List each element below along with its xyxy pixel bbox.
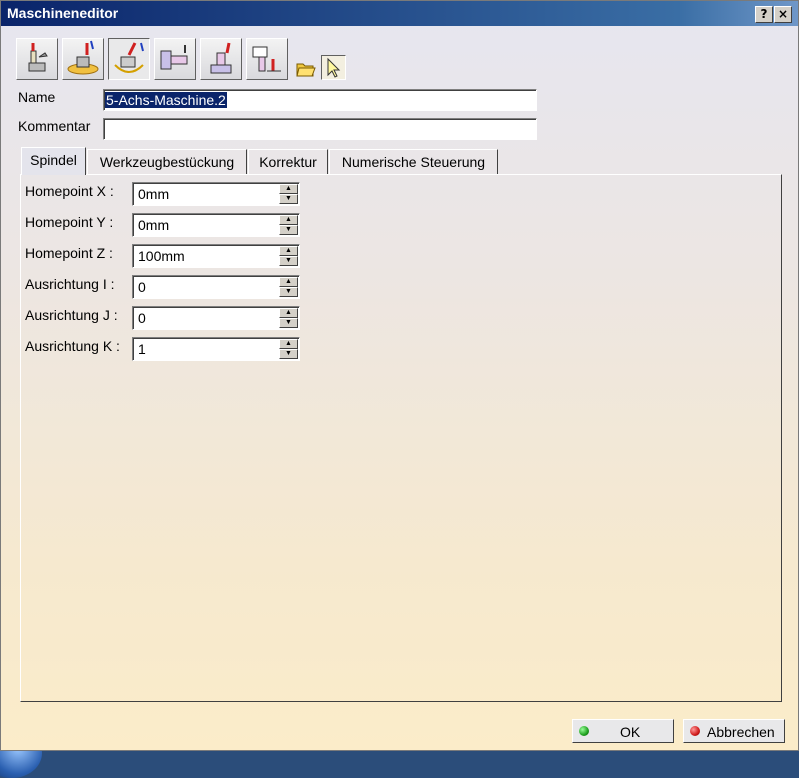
homepoint-z-label: Homepoint Z : bbox=[25, 245, 113, 261]
title-bar[interactable]: Maschineneditor ? × bbox=[1, 1, 798, 26]
tab-numerische-steuerung[interactable]: Numerische Steuerung bbox=[329, 149, 498, 174]
homepoint-y-label: Homepoint Y : bbox=[25, 214, 114, 230]
ausrichtung-j-spinner[interactable]: 0 ▲ ▼ bbox=[132, 306, 300, 330]
3-axis-rotary-table-icon[interactable] bbox=[62, 38, 104, 80]
3-axis-machine-icon[interactable] bbox=[16, 38, 58, 80]
spin-down-icon[interactable]: ▼ bbox=[279, 225, 298, 235]
spin-down-icon[interactable]: ▼ bbox=[279, 256, 298, 266]
spin-down-icon[interactable]: ▼ bbox=[279, 287, 298, 297]
folder-open-icon[interactable] bbox=[293, 55, 318, 80]
green-dot-icon bbox=[579, 726, 589, 736]
spin-up-icon[interactable]: ▲ bbox=[279, 246, 298, 256]
window-title: Maschineneditor bbox=[7, 5, 119, 21]
help-button[interactable]: ? bbox=[755, 6, 773, 23]
ok-button[interactable]: OK bbox=[572, 719, 674, 743]
close-button[interactable]: × bbox=[774, 6, 792, 23]
ausrichtung-k-label: Ausrichtung K : bbox=[25, 338, 120, 354]
tab-spindel[interactable]: Spindel bbox=[21, 147, 86, 175]
homepoint-z-value: 100mm bbox=[138, 248, 185, 264]
ausrichtung-i-value: 0 bbox=[138, 279, 146, 295]
ausrichtung-k-spinner[interactable]: 1 ▲ ▼ bbox=[132, 337, 300, 361]
spindle-panel: Homepoint X : 0mm ▲ ▼ Homepoint Y : 0mm ▲… bbox=[20, 174, 782, 702]
spin-down-icon[interactable]: ▼ bbox=[279, 194, 298, 204]
spin-up-icon[interactable]: ▲ bbox=[279, 308, 298, 318]
cancel-button[interactable]: Abbrechen bbox=[683, 719, 785, 743]
multi-slide-lathe-icon[interactable] bbox=[246, 38, 288, 80]
5-axis-machine-icon[interactable] bbox=[108, 38, 150, 80]
ausrichtung-i-spinner[interactable]: 0 ▲ ▼ bbox=[132, 275, 300, 299]
ausrichtung-j-label: Ausrichtung J : bbox=[25, 307, 118, 323]
spin-up-icon[interactable]: ▲ bbox=[279, 277, 298, 287]
name-label: Name bbox=[18, 89, 56, 105]
homepoint-y-value: 0mm bbox=[138, 217, 170, 233]
homepoint-x-spinner[interactable]: 0mm ▲ ▼ bbox=[132, 182, 300, 206]
homepoint-y-spinner[interactable]: 0mm ▲ ▼ bbox=[132, 213, 300, 237]
spin-up-icon[interactable]: ▲ bbox=[279, 215, 298, 225]
homepoint-z-spinner[interactable]: 100mm ▲ ▼ bbox=[132, 244, 300, 268]
comment-field[interactable] bbox=[103, 118, 537, 140]
vertical-lathe-icon[interactable] bbox=[200, 38, 242, 80]
select-arrow-icon[interactable] bbox=[321, 55, 346, 80]
tab-korrektur[interactable]: Korrektur bbox=[248, 149, 328, 174]
cancel-label: Abbrechen bbox=[707, 724, 775, 740]
name-value: 5-Achs-Maschine.2 bbox=[105, 92, 227, 108]
spin-down-icon[interactable]: ▼ bbox=[279, 318, 298, 328]
spin-down-icon[interactable]: ▼ bbox=[279, 349, 298, 359]
comment-label: Kommentar bbox=[18, 118, 91, 134]
horizontal-lathe-icon[interactable] bbox=[154, 38, 196, 80]
ausrichtung-j-value: 0 bbox=[138, 310, 146, 326]
name-field[interactable]: 5-Achs-Maschine.2 bbox=[103, 89, 537, 111]
ausrichtung-k-value: 1 bbox=[138, 341, 146, 357]
spin-up-icon[interactable]: ▲ bbox=[279, 184, 298, 194]
ok-label: OK bbox=[620, 724, 641, 740]
tab-werkzeugbestueckung[interactable]: Werkzeugbestückung bbox=[87, 149, 247, 174]
red-dot-icon bbox=[690, 726, 700, 736]
ausrichtung-i-label: Ausrichtung I : bbox=[25, 276, 115, 292]
machine-editor-dialog: Maschineneditor ? × Name 5-Achs-Maschine… bbox=[0, 0, 799, 751]
homepoint-x-value: 0mm bbox=[138, 186, 170, 202]
spin-up-icon[interactable]: ▲ bbox=[279, 339, 298, 349]
homepoint-x-label: Homepoint X : bbox=[25, 183, 114, 199]
